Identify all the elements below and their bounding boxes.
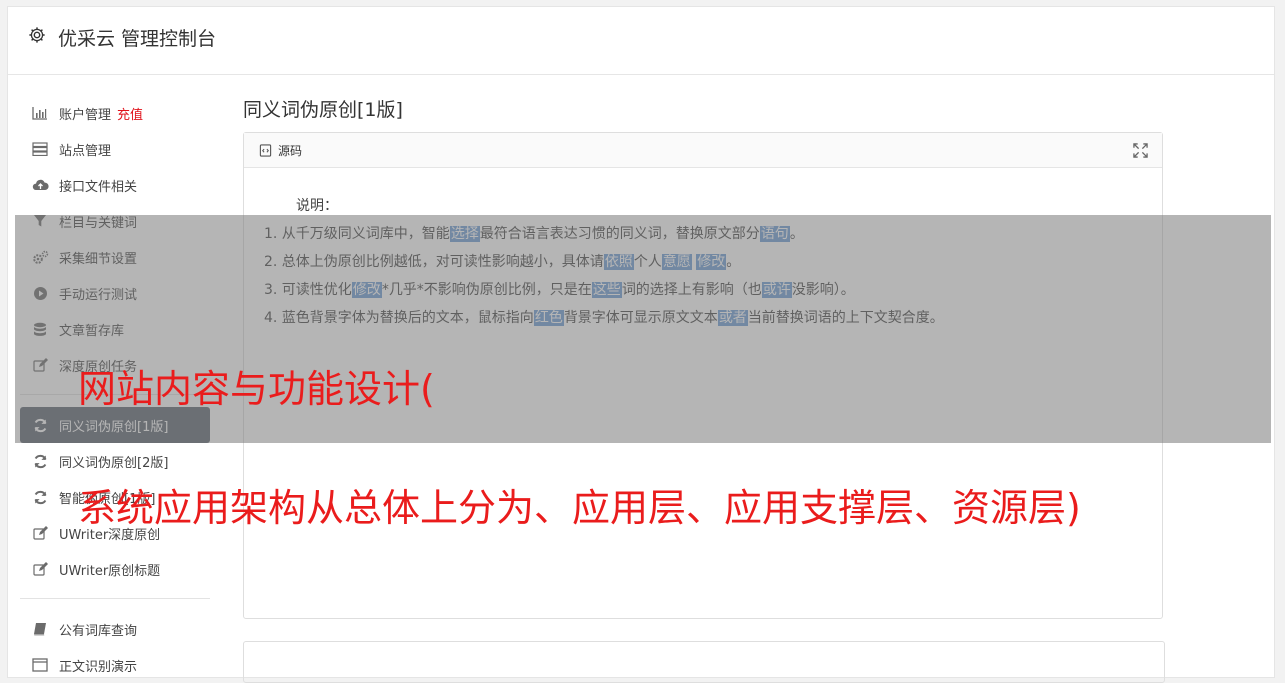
book-icon <box>31 621 49 637</box>
bar-chart-icon <box>31 105 49 121</box>
sidebar-divider <box>20 598 210 599</box>
expand-icon[interactable] <box>1133 143 1148 158</box>
refresh-icon <box>31 489 49 505</box>
edit-icon <box>31 561 49 577</box>
recharge-link[interactable]: 充值 <box>117 104 143 123</box>
panel-title: 源码 <box>278 143 303 158</box>
window-icon <box>31 657 49 673</box>
panel-header: 源码 <box>244 133 1162 168</box>
sidebar-item[interactable]: 站点管理 <box>20 131 210 167</box>
sidebar-item[interactable]: UWriter原创标题 <box>20 551 210 587</box>
server-icon <box>31 141 49 157</box>
page-title: 同义词伪原创[1版] <box>243 99 403 121</box>
sidebar-item-label: 公有词库查询 <box>59 623 138 639</box>
refresh-icon <box>31 453 49 469</box>
edit-icon <box>31 525 49 541</box>
top-header: 优采云 管理控制台 <box>8 7 1274 75</box>
code-file-icon <box>259 143 272 157</box>
sidebar-item[interactable]: 账户管理 充值 <box>20 95 210 131</box>
cloud-upload-icon <box>31 177 49 193</box>
sidebar-item-label: 接口文件相关 <box>59 179 138 195</box>
sidebar-item-label: 站点管理 <box>59 143 112 159</box>
sidebar-item[interactable]: 正文识别演示 <box>20 647 210 683</box>
sidebar-item[interactable]: 接口文件相关 <box>20 167 210 203</box>
sidebar-item-label: 正文识别演示 <box>59 659 138 675</box>
sidebar-item[interactable]: 同义词伪原创[2版] <box>20 443 210 479</box>
overlay-text-line1: 网站内容与功能设计( <box>78 367 435 411</box>
sidebar-item-label: 账户管理 <box>59 107 112 123</box>
overlay-text-line2: 系统应用架构从总体上分为、应用层、应用支撑层、资源层) <box>78 486 1081 530</box>
sidebar-item-label: UWriter原创标题 <box>59 563 161 579</box>
sidebar-item[interactable]: 公有词库查询 <box>20 611 210 647</box>
sidebar-item-label: 同义词伪原创[2版] <box>59 455 169 471</box>
second-panel <box>243 641 1165 683</box>
gear-icon <box>29 27 45 43</box>
app-title: 优采云 管理控制台 <box>58 28 217 50</box>
